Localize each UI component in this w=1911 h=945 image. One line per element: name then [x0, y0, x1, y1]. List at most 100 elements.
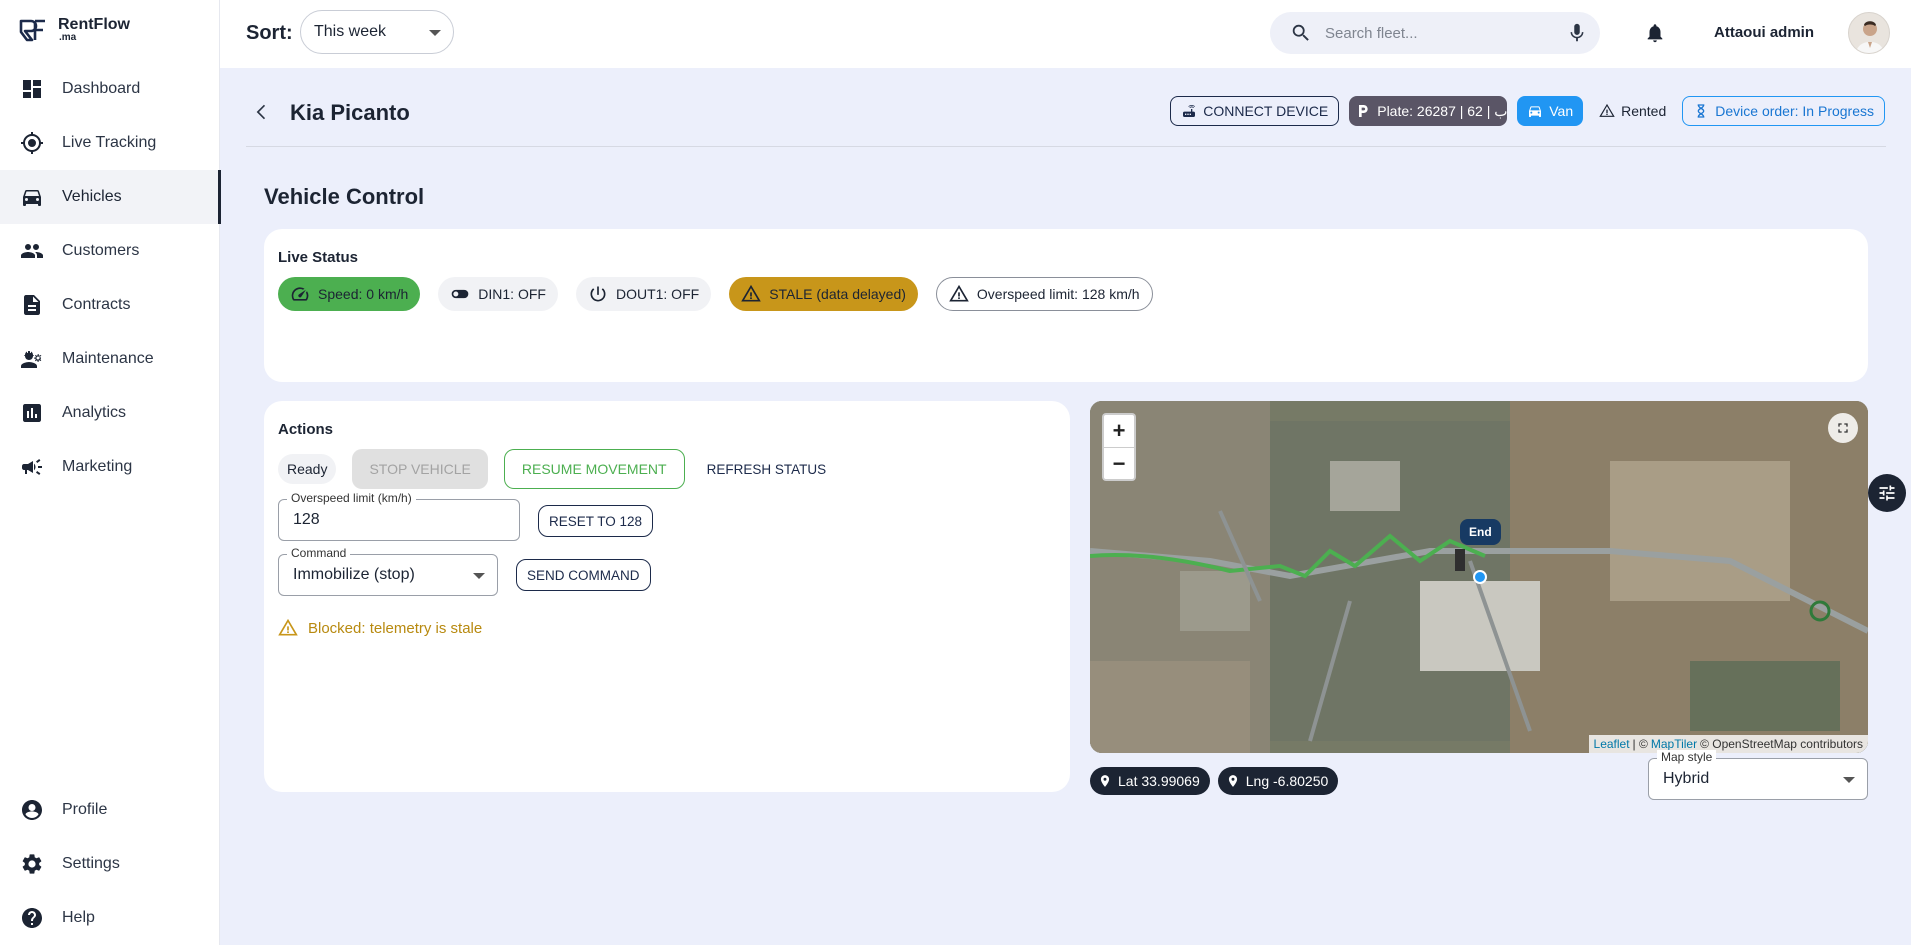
overspeed-pill: Overspeed limit: 128 km/h: [935, 277, 1153, 311]
sidebar-item-label: Maintenance: [62, 350, 154, 367]
zoom-in-button[interactable]: +: [1104, 415, 1134, 447]
sidebar-item-vehicles[interactable]: Vehicles: [0, 170, 221, 224]
engineer-icon: [21, 351, 42, 368]
megaphone-icon: [22, 459, 42, 475]
map-view[interactable]: + − End Leaflet | © MapTiler © OpenStree…: [1090, 401, 1868, 753]
connect-device-label: CONNECT DEVICE: [1203, 103, 1329, 119]
main-content: Kia Picanto CONNECT DEVICE Plate: 26287 …: [220, 68, 1911, 945]
sidebar-item-maintenance[interactable]: Maintenance: [0, 332, 220, 386]
command-select[interactable]: Command Immobilize (stop): [278, 546, 498, 596]
overspeed-limit-label: Overspeed limit (km/h): [287, 491, 416, 505]
sidebar-item-dashboard[interactable]: Dashboard: [0, 62, 220, 116]
user-circle-icon: [22, 800, 42, 820]
dout1-label: DOUT1: OFF: [615, 286, 700, 302]
map-style-value: Hybrid: [1663, 770, 1710, 787]
bar-chart-icon: [23, 404, 41, 422]
live-status-title: Live Status: [278, 249, 359, 266]
device-order-chip: Device order: In Progress: [1682, 96, 1885, 126]
location-pin-icon: [1228, 775, 1237, 787]
actions-row: Ready STOP VEHICLE RESUME MOVEMENT REFRE…: [278, 449, 832, 489]
header-divider: [246, 146, 1886, 147]
vehicle-type-label: Van: [1549, 103, 1574, 119]
actions-card: Actions Ready STOP VEHICLE RESUME MOVEME…: [264, 401, 1070, 792]
warning-icon: [1599, 103, 1615, 117]
sidebar-item-live-tracking[interactable]: Live Tracking: [0, 116, 220, 170]
din1-label: DIN1: OFF: [478, 286, 546, 302]
send-command-button[interactable]: SEND COMMAND: [516, 559, 651, 591]
warning-icon: [741, 284, 761, 302]
sidebar-item-label: Live Tracking: [62, 134, 157, 151]
sort-select[interactable]: This week: [300, 10, 454, 54]
car-icon: [1529, 106, 1542, 117]
hourglass-icon: [1697, 104, 1705, 118]
sort-label: Sort:: [246, 22, 293, 44]
latitude-chip: Lat 33.99069: [1090, 767, 1210, 795]
back-arrow-icon[interactable]: [252, 102, 272, 122]
sidebar-item-profile[interactable]: Profile: [0, 783, 220, 837]
power-icon: [590, 286, 606, 302]
app-name: RentFlow: [58, 16, 130, 33]
sidebar-item-settings[interactable]: Settings: [0, 837, 220, 891]
sidebar-item-label: Analytics: [62, 404, 127, 421]
sidebar-item-label: Settings: [62, 855, 120, 872]
bell-icon[interactable]: [1644, 22, 1666, 44]
overspeed-limit-field[interactable]: Overspeed limit (km/h) 128: [278, 491, 520, 541]
resume-movement-button[interactable]: RESUME MOVEMENT: [503, 449, 685, 489]
search-input[interactable]: [1325, 12, 1555, 54]
fullscreen-button[interactable]: [1828, 413, 1858, 443]
microphone-icon[interactable]: [1566, 22, 1588, 44]
avatar[interactable]: [1848, 12, 1890, 54]
top-bar: Sort: This week Attaoui admin: [220, 0, 1911, 68]
refresh-status-button[interactable]: REFRESH STATUS: [701, 449, 833, 489]
toggle-icon: [451, 289, 469, 299]
stale-label: STALE (data delayed): [769, 286, 906, 302]
app-domain-suffix: .ma: [59, 32, 77, 43]
latitude-label: Lat 33.99069: [1118, 773, 1200, 789]
sidebar-item-label: Contracts: [62, 296, 131, 313]
sidebar-item-marketing[interactable]: Marketing: [0, 440, 220, 494]
reset-overspeed-button[interactable]: RESET TO 128: [538, 505, 654, 537]
overspeed-label: Overspeed limit: 128 km/h: [976, 286, 1140, 302]
car-icon: [23, 190, 41, 206]
sidebar-item-analytics[interactable]: Analytics: [0, 386, 220, 440]
sidebar-item-help[interactable]: Help: [0, 891, 220, 945]
sidebar-bottom-nav: Profile Settings Help: [0, 783, 220, 945]
vehicle-chips: CONNECT DEVICE Plate: 26287 | 62 | ب Van…: [1170, 96, 1885, 126]
sidebar-item-customers[interactable]: Customers: [0, 224, 220, 278]
stale-pill: STALE (data delayed): [729, 277, 918, 311]
zoom-out-button[interactable]: −: [1104, 447, 1134, 479]
command-label: Command: [287, 546, 351, 560]
app-logo[interactable]: RentFlow .ma: [18, 15, 130, 45]
people-icon: [21, 244, 43, 258]
longitude-label: Lng -6.80250: [1245, 773, 1329, 789]
blocked-warning: Blocked: telemetry is stale: [278, 618, 482, 638]
rental-status-label: Rented: [1621, 103, 1667, 119]
map-style-select[interactable]: Map style Hybrid: [1648, 750, 1868, 800]
stop-vehicle-button[interactable]: STOP VEHICLE: [352, 449, 488, 489]
side-panel-toggle-button[interactable]: [1868, 474, 1906, 512]
actions-title: Actions: [278, 421, 334, 438]
dout1-pill: DOUT1: OFF: [575, 277, 712, 311]
end-marker-label[interactable]: End: [1460, 519, 1501, 545]
chevron-down-icon: [1843, 777, 1855, 783]
search-bar: [1270, 12, 1600, 54]
connect-device-button[interactable]: CONNECT DEVICE: [1170, 96, 1340, 126]
leaflet-link[interactable]: Leaflet: [1594, 737, 1630, 751]
help-icon: [22, 908, 42, 928]
command-value: Immobilize (stop): [293, 566, 415, 583]
user-photo-icon: [1855, 21, 1885, 53]
maptiler-link[interactable]: MapTiler: [1651, 737, 1697, 751]
attribution-separator: | ©: [1632, 737, 1648, 751]
user-name[interactable]: Attaoui admin: [1714, 24, 1814, 41]
sidebar-item-label: Dashboard: [62, 80, 141, 97]
warning-icon: [278, 618, 298, 636]
speedometer-icon: [291, 287, 309, 301]
sidebar-item-contracts[interactable]: Contracts: [0, 278, 220, 332]
section-title: Vehicle Control: [264, 184, 425, 209]
coordinates-row: Lat 33.99069 Lng -6.80250: [1090, 767, 1339, 795]
fullscreen-icon: [1838, 423, 1848, 433]
warning-icon: [949, 284, 969, 302]
sidebar-item-label: Vehicles: [62, 188, 122, 205]
rentflow-logo-icon: [19, 19, 45, 42]
search-icon: [1292, 24, 1309, 41]
